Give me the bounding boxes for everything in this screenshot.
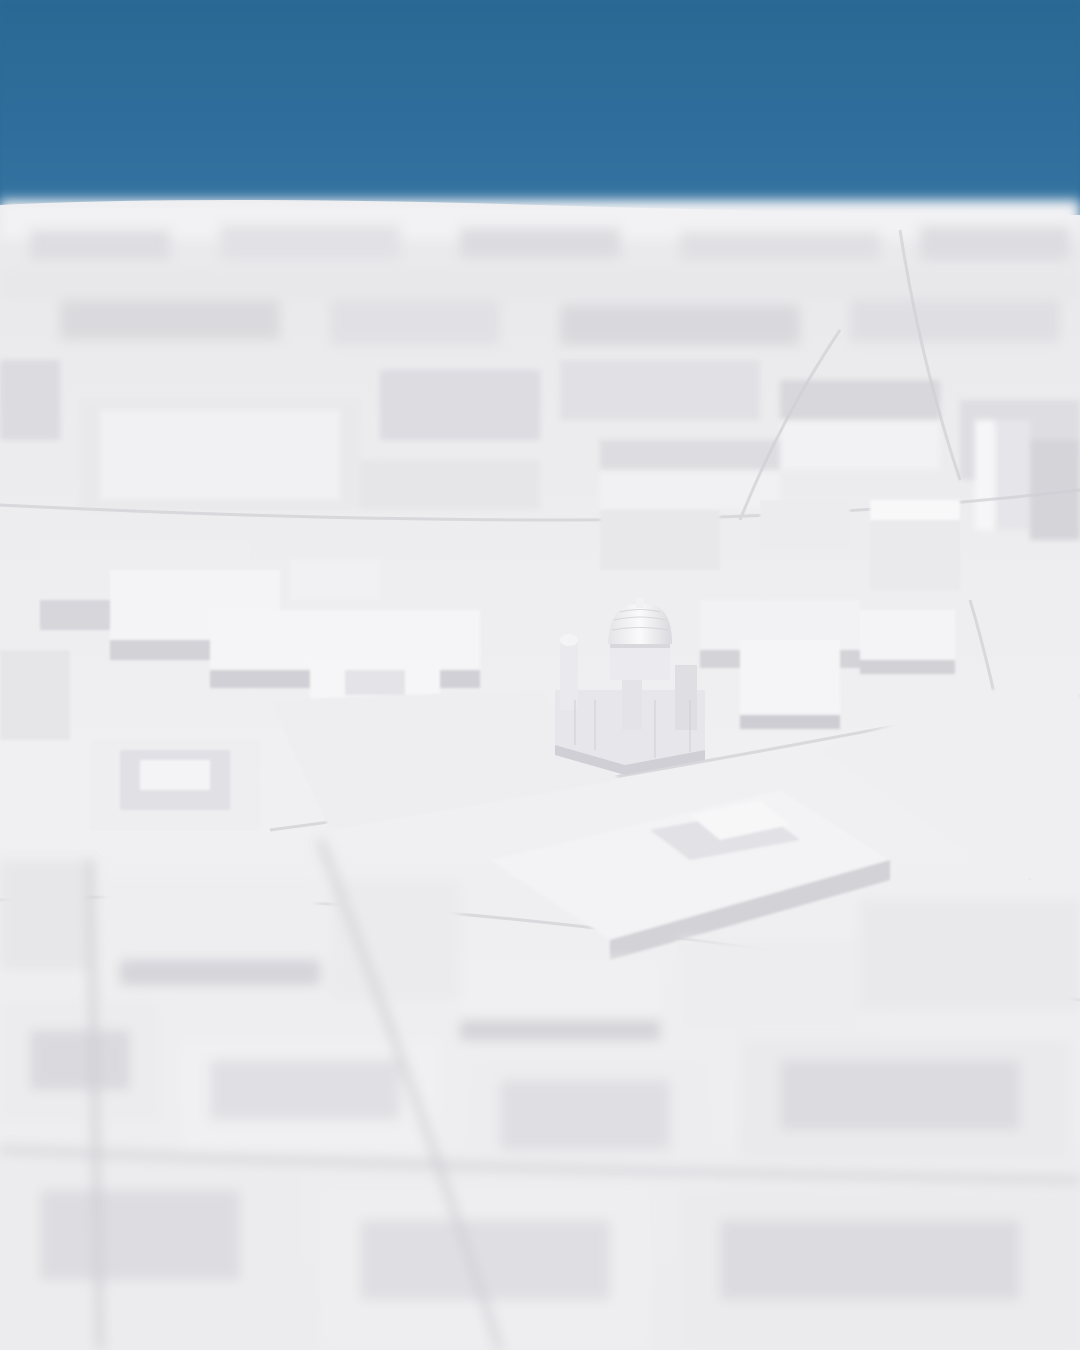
photo-scene [0, 0, 1080, 1350]
city-model [0, 200, 1080, 1350]
